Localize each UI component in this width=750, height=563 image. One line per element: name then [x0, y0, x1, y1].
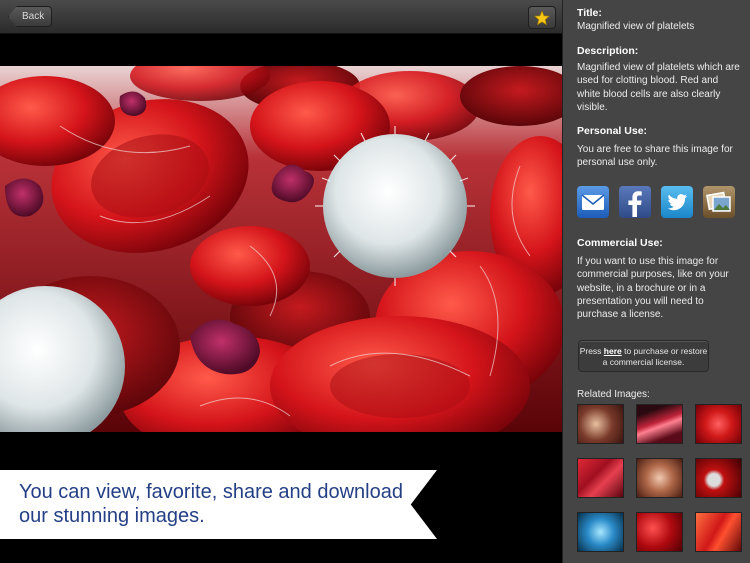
related-thumb[interactable] [695, 404, 742, 444]
description-heading: Description: [577, 45, 639, 57]
related-thumb[interactable] [636, 404, 683, 444]
license-prefix: Press [579, 346, 604, 356]
personal-use-heading: Personal Use: [577, 125, 648, 137]
title-heading: Title: [577, 7, 602, 19]
back-button[interactable]: Back [8, 6, 52, 27]
related-thumb[interactable] [695, 512, 742, 552]
mail-icon [581, 194, 605, 210]
related-thumb[interactable] [636, 512, 683, 552]
share-row [577, 186, 735, 218]
commercial-use-value: If you want to use this image for commer… [577, 256, 729, 321]
twitter-icon [667, 194, 687, 211]
photos-icon [706, 191, 731, 212]
mail-button[interactable] [577, 186, 609, 218]
image-viewer: Back You can view, favorite, share and d… [0, 0, 562, 563]
license-here-link[interactable]: here [604, 346, 622, 356]
related-images-grid [577, 404, 743, 554]
facebook-button[interactable] [619, 186, 651, 218]
photos-button[interactable] [703, 186, 735, 218]
caption-banner: You can view, favorite, share and downlo… [0, 470, 437, 539]
commercial-use-heading: Commercial Use: [577, 237, 663, 249]
details-panel: Title: Magnified view of platelets Descr… [562, 0, 750, 563]
related-thumb[interactable] [577, 458, 624, 498]
star-icon [534, 9, 550, 25]
facebook-icon [628, 191, 642, 217]
main-image[interactable] [0, 66, 562, 432]
caption-text: You can view, favorite, share and downlo… [19, 481, 403, 527]
twitter-button[interactable] [661, 186, 693, 218]
license-button[interactable]: Press here to purchase or restore a comm… [578, 340, 709, 372]
title-value: Magnified view of platelets [577, 21, 695, 32]
personal-use-value: You are free to share this image for per… [577, 144, 733, 169]
related-heading: Related Images: [577, 389, 650, 400]
related-thumb[interactable] [695, 458, 742, 498]
top-toolbar: Back [0, 0, 562, 34]
description-value: Magnified view of platelets which are us… [577, 62, 740, 113]
related-thumb[interactable] [577, 404, 624, 444]
favorite-button[interactable] [528, 6, 556, 29]
related-thumb[interactable] [636, 458, 683, 498]
related-thumb[interactable] [577, 512, 624, 552]
